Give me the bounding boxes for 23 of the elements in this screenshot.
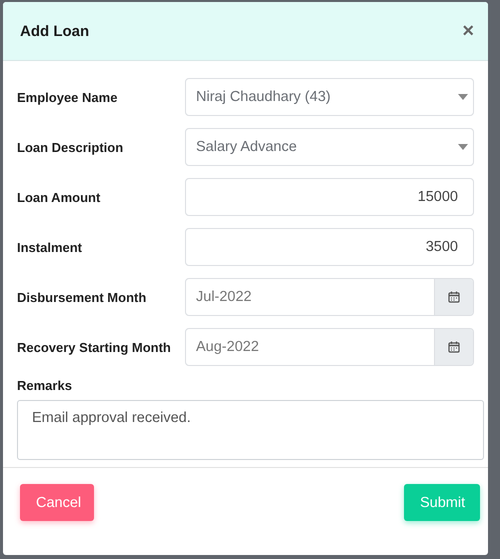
field-label: Instalment <box>17 240 84 254</box>
remarks-field[interactable]: Email approval received. <box>17 400 484 460</box>
close-button[interactable]: × <box>458 20 478 42</box>
caret-icon <box>458 144 468 150</box>
field-label: Loan Description <box>17 140 124 154</box>
calendar-button[interactable] <box>434 279 473 315</box>
field-label: Employee Name <box>17 90 118 104</box>
select-field[interactable]: Salary Advance <box>185 128 474 166</box>
caret-icon <box>458 94 468 100</box>
dialog-title: Add Loan <box>20 22 90 40</box>
field-label: Remarks <box>17 378 73 393</box>
input-field[interactable]: 3500 <box>185 228 474 266</box>
input-field[interactable]: 15000 <box>185 178 474 216</box>
input-field[interactable]: Aug-2022 <box>185 328 474 366</box>
calendar-icon <box>448 291 460 303</box>
input-field[interactable]: Jul-2022 <box>185 278 474 316</box>
field-label: Recovery Starting Month <box>17 340 172 354</box>
calendar-icon <box>448 341 460 353</box>
field-label: Loan Amount <box>17 190 102 204</box>
field-label: Disbursement Month <box>17 290 148 304</box>
calendar-button[interactable] <box>434 329 473 365</box>
select-field[interactable]: Niraj Chaudhary (43) <box>185 78 474 116</box>
cancel-button[interactable]: Cancel <box>20 484 94 521</box>
